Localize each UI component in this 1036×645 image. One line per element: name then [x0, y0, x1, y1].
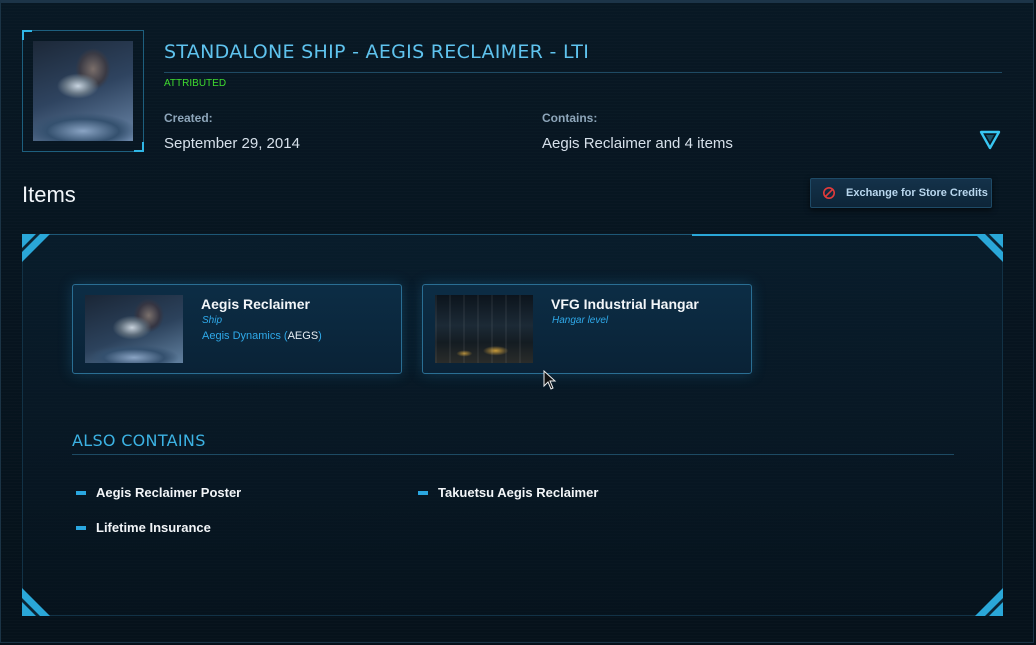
ship-image	[85, 295, 183, 363]
also-contains-item: Takuetsu Aegis Reclaimer	[418, 485, 598, 500]
pledge-thumbnail	[22, 30, 144, 152]
also-contains-item-label: Lifetime Insurance	[96, 520, 211, 535]
also-contains-item: Lifetime Insurance	[76, 520, 211, 535]
items-heading: Items	[22, 182, 76, 207]
item-card-hangar[interactable]: VFG Industrial Hangar Hangar level	[422, 284, 752, 374]
item-kind: Ship	[202, 315, 223, 326]
title-divider	[164, 72, 1002, 73]
item-manufacturer: Aegis Dynamics (AEGS)	[202, 330, 322, 342]
triangle-down-icon	[979, 130, 1001, 150]
bullet-icon	[76, 525, 86, 530]
also-contains-divider	[72, 454, 954, 455]
ship-thumbnail-image	[33, 41, 133, 141]
created-value: September 29, 2014	[164, 135, 300, 152]
contains-value: Aegis Reclaimer and 4 items	[542, 135, 733, 152]
panel-highlight	[692, 234, 990, 236]
item-name: VFG Industrial Hangar	[551, 296, 699, 312]
corner-bracket-icon	[22, 234, 50, 262]
status-badge: ATTRIBUTED	[164, 78, 227, 89]
mouse-pointer-icon	[543, 370, 557, 390]
item-kind: Hangar level	[552, 315, 609, 326]
pledge-title: STANDALONE SHIP - AEGIS RECLAIMER - LTI	[164, 41, 590, 63]
contains-label: Contains:	[542, 111, 598, 125]
also-contains-item-label: Aegis Reclaimer Poster	[96, 485, 242, 500]
also-contains-item: Aegis Reclaimer Poster	[76, 485, 241, 500]
corner-bracket-icon	[975, 234, 1003, 262]
manufacturer-code: AEGS	[287, 330, 319, 342]
exchange-button-label: Exchange for Store Credits	[846, 187, 988, 199]
manufacturer-name: Aegis Dynamics	[202, 330, 281, 342]
bullet-icon	[418, 490, 428, 495]
item-name: Aegis Reclaimer	[201, 296, 310, 312]
item-card-ship[interactable]: Aegis Reclaimer Ship Aegis Dynamics (AEG…	[72, 284, 402, 374]
exchange-for-store-credits-button[interactable]: Exchange for Store Credits	[810, 178, 992, 208]
prohibited-icon	[823, 187, 835, 199]
expand-toggle-button[interactable]	[978, 129, 1002, 151]
created-label: Created:	[164, 111, 213, 125]
corner-bracket-icon	[22, 588, 50, 616]
corner-bracket-icon	[975, 588, 1003, 616]
bullet-icon	[76, 490, 86, 495]
also-contains-item-label: Takuetsu Aegis Reclaimer	[438, 485, 599, 500]
hangar-image	[435, 295, 533, 363]
also-contains-heading: ALSO CONTAINS	[72, 431, 206, 450]
